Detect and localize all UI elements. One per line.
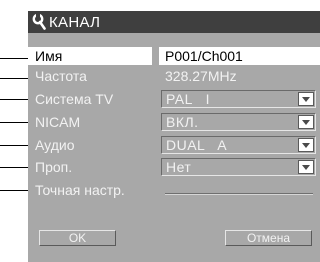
dialog-titlebar: КАНАЛ — [28, 11, 320, 33]
cancel-button[interactable]: Отмена — [225, 230, 312, 246]
chevron-down-icon[interactable] — [298, 115, 314, 129]
frequency-value: 328.27MHz — [165, 68, 237, 84]
frequency-label[interactable]: Частота — [35, 67, 87, 85]
tv-system-select[interactable]: PAL I — [161, 90, 316, 108]
channel-dialog: КАНАЛ Имя P001/Ch001 Частота 328.27MHz С… — [28, 11, 320, 262]
skip-label[interactable]: Проп. — [35, 158, 72, 176]
chevron-down-icon[interactable] — [298, 138, 314, 152]
ok-button[interactable]: OK — [39, 230, 116, 246]
callout-line-audio — [0, 145, 29, 146]
tv-system-value: PAL I — [166, 91, 210, 107]
nicam-select[interactable]: ВКЛ. — [161, 113, 316, 131]
nicam-value: ВКЛ. — [166, 114, 199, 130]
chevron-down-icon[interactable] — [298, 92, 314, 106]
callout-line-frequency — [0, 78, 29, 79]
dialog-title: КАНАЛ — [49, 13, 101, 31]
audio-select[interactable]: DUAL A — [161, 136, 316, 154]
wrench-icon — [32, 13, 46, 30]
callout-line-fine-tune — [0, 190, 29, 191]
tv-system-label[interactable]: Система TV — [35, 90, 113, 108]
fine-tune-label[interactable]: Точная настр. — [35, 181, 125, 199]
name-value[interactable]: P001/Ch001 — [159, 47, 320, 65]
name-label[interactable]: Имя — [28, 47, 152, 65]
skip-select[interactable]: Нет — [161, 158, 316, 176]
chevron-down-icon[interactable] — [298, 160, 314, 174]
callout-line-skip — [0, 167, 29, 168]
nicam-label[interactable]: NICAM — [35, 113, 80, 131]
callout-line-nicam — [0, 122, 29, 123]
skip-value: Нет — [166, 159, 192, 175]
audio-label[interactable]: Аудио — [35, 136, 75, 154]
fine-tune-slider[interactable] — [165, 193, 313, 195]
callout-line-tv-system — [0, 99, 29, 100]
audio-value: DUAL A — [166, 137, 228, 153]
callout-line-name — [0, 58, 29, 59]
